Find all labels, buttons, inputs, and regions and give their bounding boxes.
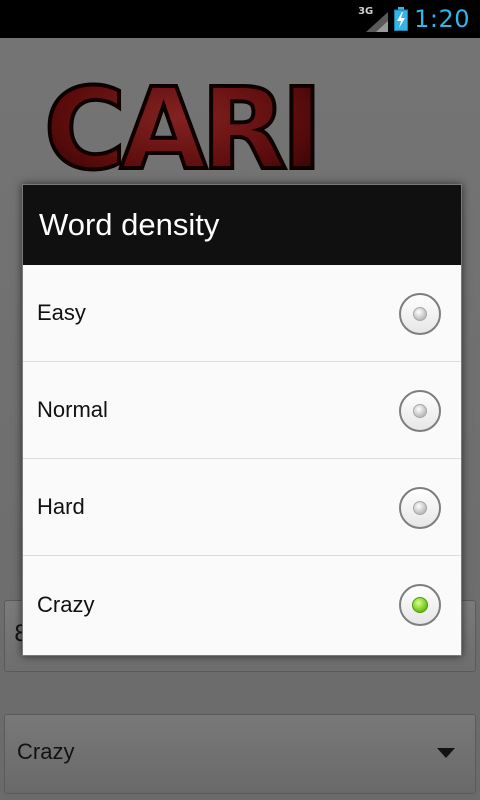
radio-dot-icon <box>413 307 427 321</box>
radio-button[interactable] <box>399 390 441 432</box>
status-bar: 3G 1:20 <box>0 0 480 38</box>
battery-charging-icon <box>394 7 409 31</box>
signal-indicator: 3G <box>358 6 389 32</box>
option-easy[interactable]: Easy <box>23 265 461 362</box>
option-label: Normal <box>37 397 108 422</box>
option-label: Hard <box>37 494 85 519</box>
screen: 3G 1:20 CARI 8 Crazy Word density Easy N… <box>0 0 480 800</box>
radio-button[interactable] <box>399 293 441 335</box>
signal-icon <box>366 12 389 32</box>
radio-dot-icon <box>413 501 427 515</box>
dialog-header: Word density <box>23 185 461 265</box>
option-hard[interactable]: Hard <box>23 459 461 556</box>
radio-dot-icon <box>412 597 428 613</box>
option-label: Crazy <box>37 591 95 617</box>
option-normal[interactable]: Normal <box>23 362 461 459</box>
word-density-dialog: Word density Easy Normal Hard Crazy <box>22 184 462 656</box>
radio-button[interactable] <box>399 487 441 529</box>
radio-button-checked[interactable] <box>399 584 441 626</box>
option-crazy[interactable]: Crazy <box>23 556 461 653</box>
option-label: Easy <box>37 300 86 325</box>
radio-dot-icon <box>413 404 427 418</box>
clock: 1:20 <box>414 5 470 33</box>
dialog-title: Word density <box>39 207 220 242</box>
